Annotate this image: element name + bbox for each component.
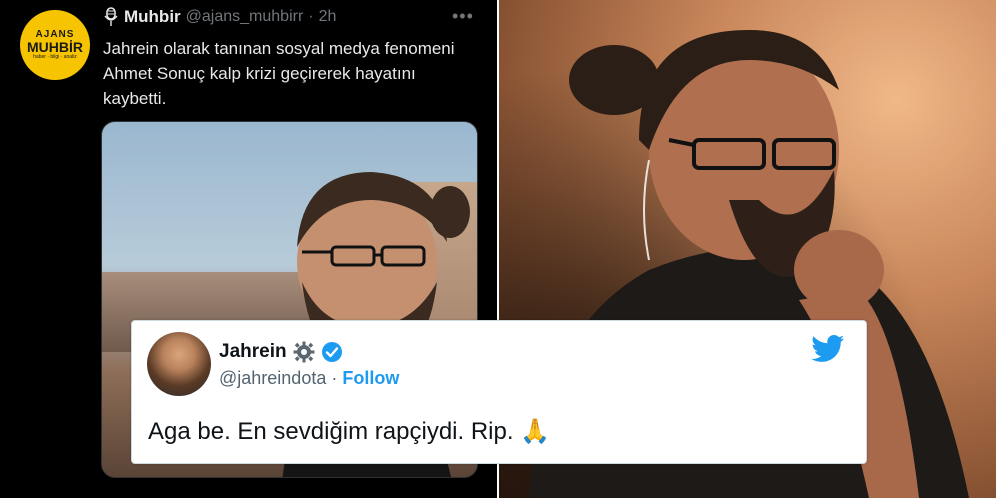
tweet-time[interactable]: 2h [319, 8, 337, 26]
embedded-handle-row: @jahreindota · Follow [219, 368, 399, 389]
separator-dot: · [308, 8, 314, 25]
tweet-header: Muhbir @ajans_muhbirr · 2h [103, 7, 336, 27]
embedded-author-handle[interactable]: @jahreindota [219, 368, 326, 388]
author-name[interactable]: Muhbir [124, 7, 181, 27]
embedded-tweet-text: Aga be. En sevdiğim rapçiydi. Rip. 🙏 [148, 417, 550, 446]
gear-icon [293, 341, 315, 363]
more-options-icon[interactable]: ••• [452, 6, 474, 27]
jahrein-avatar[interactable] [147, 332, 211, 396]
avatar-logo-line2: MUHBİR [27, 39, 83, 55]
microphone-icon [104, 7, 118, 26]
follow-button[interactable]: Follow [342, 368, 399, 388]
tweet-text: Jahrein olarak tanınan sosyal medya feno… [103, 39, 455, 108]
muhbir-avatar[interactable]: AJANS MUHBİR haber · bilgi · analiz [20, 10, 90, 80]
embedded-tweet-message: Aga be. En sevdiğim rapçiydi. Rip. [148, 418, 514, 445]
separator-dot: · [331, 368, 338, 388]
avatar-logo-line3: haber · bilgi · analiz [33, 54, 77, 60]
embedded-tweet-header: Jahrein [219, 341, 343, 363]
praying-hands-emoji: 🙏 [520, 418, 551, 445]
twitter-bird-icon[interactable] [811, 335, 845, 363]
verified-badge-icon [321, 342, 342, 362]
author-handle[interactable]: @ajans_muhbirr [186, 8, 304, 26]
embedded-author-name[interactable]: Jahrein [219, 341, 287, 363]
embedded-tweet-card[interactable]: Jahrein @jahreindota · Follow Aga be. En… [131, 320, 867, 464]
